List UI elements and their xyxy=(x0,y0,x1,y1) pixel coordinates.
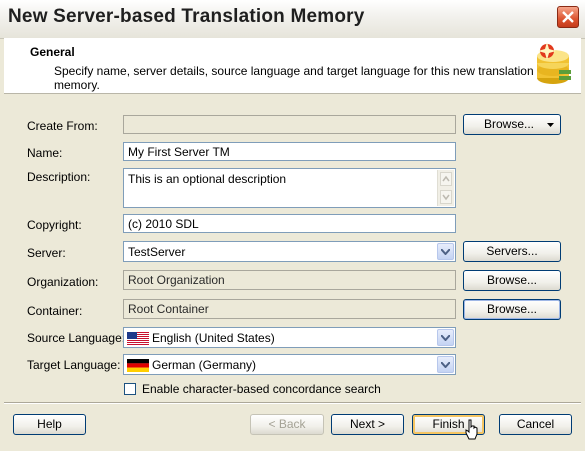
concordance-checkbox[interactable] xyxy=(124,383,136,395)
create-from-browse-label: Browse... xyxy=(484,117,535,131)
create-from-label: Create From: xyxy=(27,119,98,133)
footer-divider xyxy=(4,402,581,404)
copyright-field[interactable]: (c) 2010 SDL xyxy=(123,214,456,233)
close-button[interactable] xyxy=(557,6,579,28)
scroll-up-button[interactable] xyxy=(440,172,452,186)
dialog-window: New Server-based Translation Memory Gene… xyxy=(0,0,585,451)
server-dropdown-button[interactable] xyxy=(437,243,454,260)
target-language-dropdown[interactable]: German (Germany) xyxy=(123,354,456,375)
create-from-browse-button[interactable]: Browse... xyxy=(463,114,561,135)
next-button[interactable]: Next > xyxy=(331,414,404,435)
target-language-value: German (Germany) xyxy=(152,358,257,372)
description-textarea[interactable]: This is an optional description xyxy=(123,168,456,208)
name-label: Name: xyxy=(27,146,63,160)
chevron-down-icon xyxy=(441,362,450,368)
title-bar: New Server-based Translation Memory xyxy=(0,0,585,39)
header-title: General xyxy=(30,45,75,59)
wizard-header: General Specify name, server details, so… xyxy=(4,38,581,94)
container-label: Container: xyxy=(27,304,83,318)
description-label: Description: xyxy=(27,170,91,184)
target-language-label: Target Language: xyxy=(27,358,121,372)
close-icon xyxy=(562,11,574,23)
chevron-up-icon xyxy=(442,175,450,182)
us-flag-icon xyxy=(127,332,149,345)
organization-label: Organization: xyxy=(27,275,99,289)
hand-cursor-icon xyxy=(465,419,478,440)
concordance-label: Enable character-based concordance searc… xyxy=(142,382,381,396)
source-language-value: English (United States) xyxy=(152,331,275,345)
help-button[interactable]: Help xyxy=(13,414,86,435)
source-language-dropdown-button[interactable] xyxy=(437,329,454,346)
cancel-button[interactable]: Cancel xyxy=(499,414,572,435)
scroll-down-button[interactable] xyxy=(440,190,452,204)
container-field: Root Container xyxy=(123,299,456,319)
de-flag-icon xyxy=(127,359,149,372)
chevron-down-icon xyxy=(441,249,450,255)
create-from-field xyxy=(123,115,456,134)
copyright-label: Copyright: xyxy=(27,218,82,232)
server-value: TestServer xyxy=(128,245,186,259)
chevron-down-icon xyxy=(547,123,554,127)
window-title: New Server-based Translation Memory xyxy=(8,6,365,27)
server-dropdown[interactable]: TestServer xyxy=(123,241,456,262)
database-star-icon xyxy=(537,42,571,84)
name-field[interactable]: My First Server TM xyxy=(123,142,456,161)
source-language-dropdown[interactable]: English (United States) xyxy=(123,327,456,348)
organization-browse-button[interactable]: Browse... xyxy=(463,270,561,291)
organization-field: Root Organization xyxy=(123,270,456,290)
description-text: This is an optional description xyxy=(128,172,287,186)
header-description: Specify name, server details, source lan… xyxy=(54,64,534,92)
chevron-down-icon xyxy=(442,194,450,201)
servers-button[interactable]: Servers... xyxy=(463,241,561,262)
chevron-down-icon xyxy=(441,335,450,341)
target-language-dropdown-button[interactable] xyxy=(437,356,454,373)
back-button[interactable]: < Back xyxy=(250,414,324,435)
source-language-label: Source Language: xyxy=(27,331,126,345)
server-label: Server: xyxy=(27,246,66,260)
description-scrollbar[interactable] xyxy=(437,170,454,206)
container-browse-button[interactable]: Browse... xyxy=(463,299,561,320)
